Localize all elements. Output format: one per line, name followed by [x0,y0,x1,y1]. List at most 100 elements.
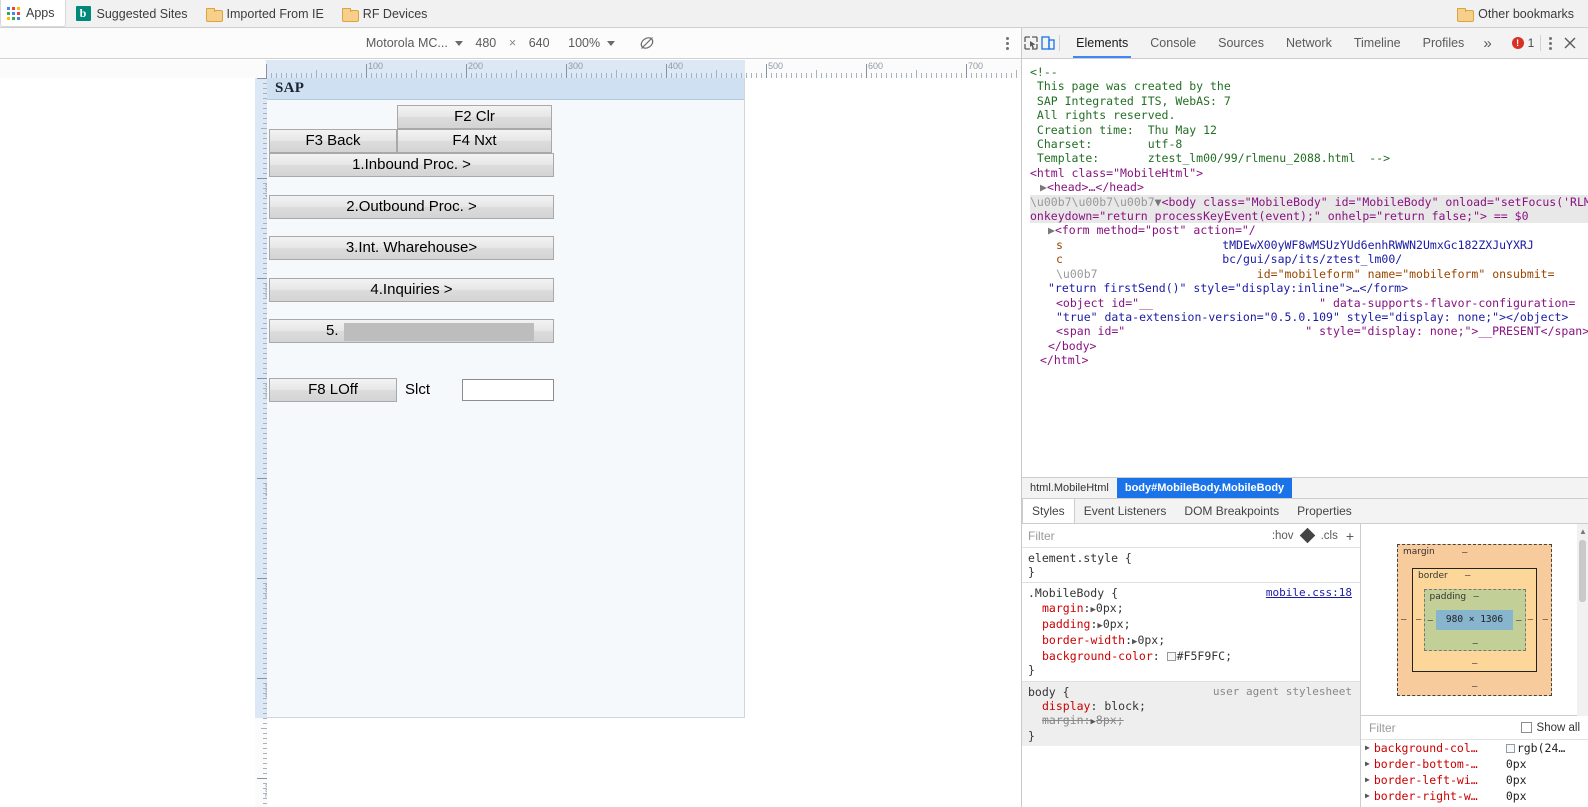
other-bookmarks-button[interactable]: Other bookmarks [1449,3,1582,25]
zoom-select[interactable]: 100% [568,36,616,50]
scrollbar-thumb[interactable] [1579,540,1586,602]
color-swatch[interactable] [1166,652,1176,662]
device-toolbar-menu-button[interactable] [1006,28,1009,59]
dom-tree[interactable]: <!-- This page was created by the SAP In… [1022,59,1588,477]
subtab-dom-breakpoints[interactable]: DOM Breakpoints [1175,499,1288,523]
box-model-margin[interactable]: margin – – – – border – – – – padding – [1397,543,1552,696]
declaration-background-color[interactable]: background-color: #F5F9FC; [1028,649,1360,663]
computed-scrollbar[interactable]: ▲ [1577,524,1588,716]
styles-filter-bar: Filter :hov .cls + [1022,524,1360,548]
declaration-margin-overridden[interactable]: margin:▶8px; [1028,713,1360,729]
tab-profiles[interactable]: Profiles [1412,28,1476,58]
padding-bottom-value[interactable]: – [1473,639,1478,649]
f8-logoff-button[interactable]: F8 LOff [269,378,397,402]
ruler-label: 300 [568,61,584,71]
margin-right-value[interactable]: – [1543,615,1548,625]
device-select[interactable]: Motorola MC... [366,36,463,50]
border-left-value[interactable]: – [1416,615,1421,625]
border-label: border [1418,570,1448,581]
chevron-right-icon[interactable]: ▶ [1365,740,1370,756]
select-input[interactable] [462,379,554,401]
box-model-border[interactable]: border – – – – padding – – – – 980 × 130… [1412,567,1537,672]
padding-right-value[interactable]: – [1516,616,1521,626]
subtab-styles[interactable]: Styles [1022,499,1075,523]
menu-item-inbound-proc[interactable]: 1.Inbound Proc. > [269,153,554,177]
subtab-properties[interactable]: Properties [1288,499,1361,523]
style-rule-element-style[interactable]: element.style { } [1022,548,1360,582]
cls-button[interactable]: .cls [1321,530,1338,542]
other-bookmarks-label: Other bookmarks [1478,7,1574,21]
computed-filter-input[interactable]: Filter [1369,721,1396,735]
declaration-margin[interactable]: margin:▶0px; [1028,601,1360,617]
bookmark-suggested-sites[interactable]: b Suggested Sites [68,3,196,25]
tab-elements[interactable]: Elements [1065,28,1139,58]
breadcrumb-item-body[interactable]: body#MobileBody.MobileBody [1116,478,1293,498]
declaration-padding[interactable]: padding:▶0px; [1028,617,1360,633]
apps-button[interactable]: Apps [0,0,66,27]
border-right-value[interactable]: – [1528,615,1533,625]
error-icon: ! [1511,37,1524,49]
f2-clr-button[interactable]: F2 Clr [397,105,552,129]
declaration-border-width[interactable]: border-width:▶0px; [1028,633,1360,649]
style-rule-body-ua[interactable]: user agent stylesheet body { display: bl… [1022,680,1360,747]
tab-timeline[interactable]: Timeline [1343,28,1412,58]
border-top-value[interactable]: – [1465,571,1470,581]
scroll-up-icon[interactable]: ▲ [1579,527,1587,536]
dom-node-body[interactable]: \u00b7\u00b7\u00b7▼<body class="MobileBo… [1030,194,1588,224]
border-bottom-value[interactable]: – [1472,659,1477,669]
subtab-event-listeners[interactable]: Event Listeners [1075,499,1176,523]
breadcrumb-item-html[interactable]: html.MobileHtml [1022,478,1117,498]
menu-item-int-wharehouse[interactable]: 3.Int. Wharehouse> [269,236,554,260]
margin-bottom-value[interactable]: – [1472,682,1477,692]
f3-back-button[interactable]: F3 Back [269,129,397,153]
rule-source-link[interactable]: mobile.css:18 [1266,586,1352,600]
style-rule-mobilebody[interactable]: mobile.css:18 .MobileBody { margin:▶0px;… [1022,582,1360,680]
dom-node-form[interactable]: ▶<form method="post" action="/ [1030,223,1588,237]
dom-node-span[interactable]: <span id=" " style="display: none;">__PR… [1030,324,1588,338]
computed-property-row[interactable]: ▶ border-bottom-… 0px [1361,756,1588,772]
margin-top-value[interactable]: – [1462,548,1467,558]
computed-property-row[interactable]: ▶ background-col… rgb(24… [1361,740,1588,756]
tab-console[interactable]: Console [1139,28,1207,58]
declaration-display[interactable]: display: block; [1028,699,1360,713]
error-count-badge[interactable]: ! 1 [1506,28,1541,58]
menu-item-outbound-proc[interactable]: 2.Outbound Proc. > [269,195,554,219]
close-devtools-button[interactable] [1560,28,1588,58]
chevron-down-icon [607,40,616,46]
bookmark-imported-from-ie[interactable]: Imported From IE [198,3,332,25]
new-style-rule-button[interactable]: + [1346,528,1354,544]
bookmark-rf-devices[interactable]: RF Devices [334,3,436,25]
rotate-icon[interactable] [639,35,655,51]
dom-node-object[interactable]: <object id="__ " data-supports-flavor-co… [1030,296,1588,325]
dom-node-html[interactable]: <html class="MobileHtml"> [1030,166,1588,180]
bookmark-label: RF Devices [362,6,428,21]
devtools-menu-button[interactable] [1541,28,1560,58]
box-model-diagram: margin – – – – border – – – – padding – [1361,524,1588,716]
dom-node-head[interactable]: ▶<head>…</head> [1030,180,1588,194]
inspect-element-icon[interactable] [1022,28,1039,58]
computed-property-row[interactable]: ▶ border-left-wi… 0px [1361,772,1588,788]
chevron-right-icon[interactable]: ▶ [1365,788,1370,804]
padding-left-value[interactable]: – [1428,616,1433,626]
checkbox-icon[interactable] [1520,722,1532,733]
hov-button[interactable]: :hov [1272,530,1294,542]
more-tabs-button[interactable]: » [1475,28,1499,58]
show-all-toggle[interactable]: Show all [1520,722,1580,734]
toggle-device-toolbar-icon[interactable] [1039,28,1056,58]
menu-item-5[interactable]: 5. [269,319,554,343]
computed-property-row[interactable]: ▶ border-right-w… 0px [1361,788,1588,804]
viewport-height-input[interactable]: 640 [526,36,552,50]
tab-sources[interactable]: Sources [1207,28,1275,58]
tab-network[interactable]: Network [1275,28,1343,58]
styles-filter-input[interactable]: Filter [1028,529,1264,543]
chevron-right-icon[interactable]: ▶ [1365,772,1370,788]
f4-nxt-button[interactable]: F4 Nxt [397,129,552,153]
menu-item-inquiries[interactable]: 4.Inquiries > [269,278,554,302]
chevron-right-icon[interactable]: ▶ [1365,756,1370,772]
apps-grid-icon [7,6,20,20]
padding-top-value[interactable]: – [1474,592,1479,602]
margin-left-value[interactable]: – [1401,615,1406,625]
viewport-width-input[interactable]: 480 [473,36,499,50]
box-model-padding[interactable]: padding – – – – 980 × 1306 [1423,588,1526,651]
color-palette-icon[interactable] [1299,527,1315,544]
